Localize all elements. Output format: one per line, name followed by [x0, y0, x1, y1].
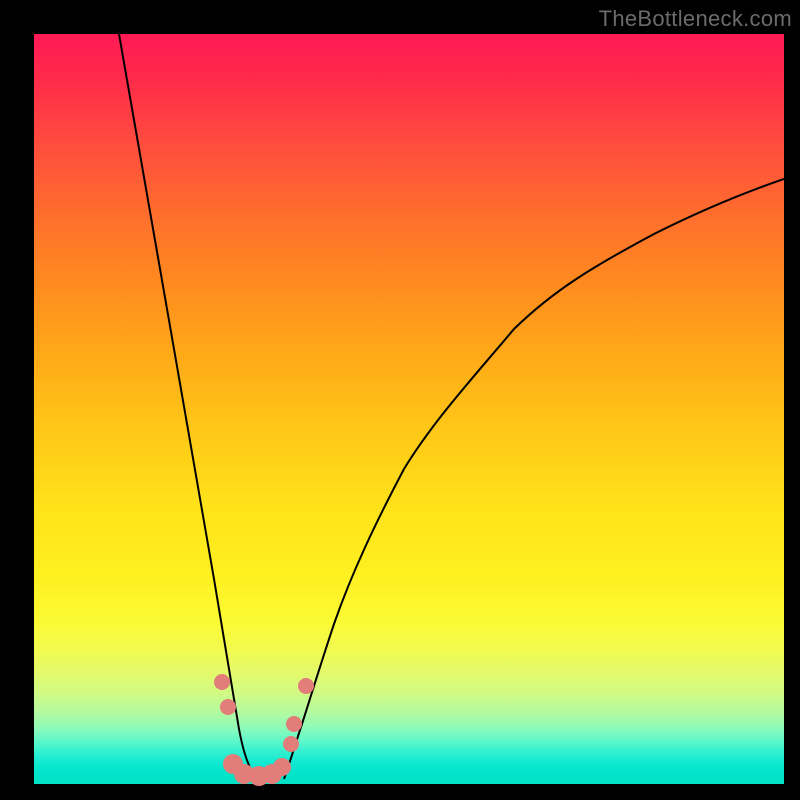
left-curve [119, 34, 258, 779]
plot-area [34, 34, 784, 784]
right-curve [284, 179, 784, 779]
bottleneck-chart: TheBottleneck.com [0, 0, 800, 800]
data-marker [273, 758, 291, 776]
curves-layer [34, 34, 784, 784]
data-marker [298, 678, 314, 694]
watermark-text: TheBottleneck.com [599, 6, 792, 32]
data-marker [286, 716, 302, 732]
data-marker [214, 674, 230, 690]
data-marker [283, 736, 299, 752]
data-marker [220, 699, 236, 715]
